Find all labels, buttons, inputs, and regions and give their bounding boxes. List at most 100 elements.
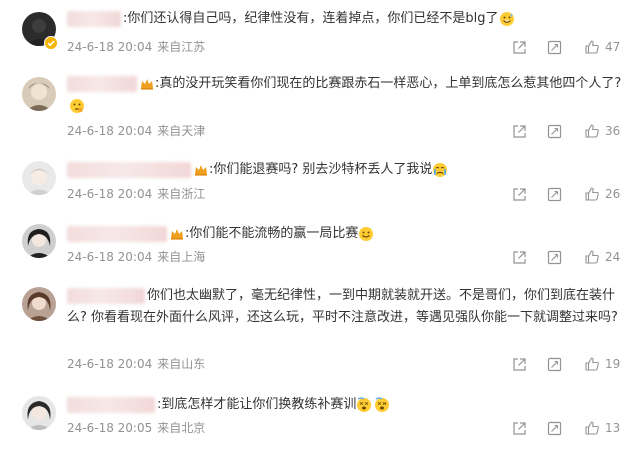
- avatar[interactable]: [22, 224, 56, 258]
- comment-actions: 13: [512, 418, 621, 438]
- timestamp: 24-6-18 20:04: [67, 357, 153, 371]
- comment-meta: 24-6-18 20:04 来自江苏: [67, 38, 205, 56]
- comment-content: :你们能不能流畅的赢一局比赛: [185, 226, 359, 241]
- share-button[interactable]: [512, 357, 527, 372]
- share-icon: [513, 357, 526, 371]
- location: 来自山东: [157, 357, 206, 371]
- location: 来自上海: [157, 250, 206, 264]
- comment-actions: 19: [512, 354, 621, 374]
- timestamp: 24-6-18 20:04: [67, 40, 153, 54]
- avatar[interactable]: [22, 287, 56, 321]
- like-count: 26: [605, 187, 621, 201]
- like-button[interactable]: 19: [584, 356, 621, 372]
- smile-emoji: [358, 226, 374, 242]
- sweat-smile-emoji: [499, 11, 515, 27]
- location: 来自北京: [157, 421, 206, 435]
- comment-text: :你们能退赛吗? 别去沙特杯丢人了我说: [67, 159, 623, 181]
- reply-button[interactable]: [547, 124, 562, 139]
- comment-meta: 24-6-18 20:05 来自北京: [67, 419, 205, 437]
- share-button[interactable]: [512, 40, 527, 55]
- thumbs-up-icon: [585, 40, 599, 54]
- location: 来自江苏: [157, 40, 206, 54]
- share-icon: [513, 124, 526, 138]
- comment-text: 你们也太幽默了，毫无纪律性，一到中期就装就开送。不是哥们，你们到底在装什么? 你…: [67, 285, 623, 329]
- comment-content: :到底怎样才能让你们换教练补赛训: [157, 397, 357, 412]
- share-button[interactable]: [512, 250, 527, 265]
- share-button[interactable]: [512, 421, 527, 436]
- comment-actions: 26: [512, 184, 621, 204]
- comment-content: :你们能退赛吗? 别去沙特杯丢人了我说: [209, 162, 433, 177]
- thumbs-up-icon: [585, 187, 599, 201]
- comment-text: :你们还认得自己吗，纪律性没有，连着掉点，你们已经不是blg了: [67, 8, 623, 30]
- username-blurred[interactable]: [67, 161, 191, 178]
- like-count: 13: [605, 421, 621, 435]
- timestamp: 24-6-18 20:04: [67, 187, 153, 201]
- like-count: 47: [605, 40, 621, 54]
- comment-meta: 24-6-18 20:04 来自浙江: [67, 185, 205, 203]
- thumbs-up-icon: [585, 357, 599, 371]
- comment-text: :到底怎样才能让你们换教练补赛训: [67, 394, 623, 416]
- reply-icon: [547, 40, 562, 54]
- username-blurred[interactable]: [67, 396, 155, 413]
- comment-text: :你们能不能流畅的赢一局比赛: [67, 223, 623, 245]
- reply-icon: [547, 124, 562, 138]
- timestamp: 24-6-18 20:04: [67, 250, 153, 264]
- thinking-emoji: [69, 98, 85, 114]
- like-button[interactable]: 36: [584, 123, 621, 139]
- comment-content: :真的没开玩笑看你们现在的比赛跟赤石一样恶心，上单到底怎么惹其他四个人了?: [155, 76, 622, 91]
- comment-text: :真的没开玩笑看你们现在的比赛跟赤石一样恶心，上单到底怎么惹其他四个人了?: [67, 73, 623, 117]
- location: 来自浙江: [157, 187, 206, 201]
- comment-actions: 47: [512, 37, 621, 57]
- dizzy-emoji: [356, 396, 372, 413]
- comment-actions: 36: [512, 121, 621, 141]
- reply-icon: [547, 187, 562, 201]
- comment-content: 你们也太幽默了，毫无纪律性，一到中期就装就开送。不是哥们，你们到底在装什么? 你…: [67, 288, 618, 325]
- reply-icon: [547, 421, 562, 435]
- dizzy-emoji: [374, 396, 390, 413]
- crown-icon: [140, 78, 154, 90]
- like-button[interactable]: 13: [584, 420, 621, 436]
- comment-content: :你们还认得自己吗，纪律性没有，连着掉点，你们已经不是blg了: [123, 11, 499, 26]
- timestamp: 24-6-18 20:04: [67, 124, 153, 138]
- thumbs-up-icon: [585, 250, 599, 264]
- comment-meta: 24-6-18 20:04 来自上海: [67, 248, 205, 266]
- thumbs-up-icon: [585, 124, 599, 138]
- like-count: 19: [605, 357, 621, 371]
- like-button[interactable]: 26: [584, 186, 621, 202]
- share-button[interactable]: [512, 124, 527, 139]
- reply-button[interactable]: [547, 187, 562, 202]
- verified-badge-icon: [44, 36, 58, 50]
- reply-button[interactable]: [547, 421, 562, 436]
- thumbs-up-icon: [585, 421, 599, 435]
- comment-actions: 24: [512, 247, 621, 267]
- share-icon: [513, 187, 526, 201]
- reply-button[interactable]: [547, 357, 562, 372]
- like-count: 24: [605, 250, 621, 264]
- reply-icon: [547, 357, 562, 371]
- avatar[interactable]: [22, 161, 56, 195]
- username-blurred[interactable]: [67, 75, 137, 92]
- comment-meta: 24-6-18 20:04 来自天津: [67, 122, 205, 140]
- like-button[interactable]: 24: [584, 249, 621, 265]
- avatar[interactable]: [22, 396, 56, 430]
- like-button[interactable]: 47: [584, 39, 621, 55]
- crying-emoji: [432, 162, 448, 178]
- username-blurred[interactable]: [67, 10, 121, 27]
- location: 来自天津: [157, 124, 206, 138]
- crown-icon: [194, 164, 208, 176]
- crown-icon: [170, 228, 184, 240]
- reply-button[interactable]: [547, 40, 562, 55]
- comment-meta: 24-6-18 20:04 来自山东: [67, 355, 205, 373]
- username-blurred[interactable]: [67, 287, 145, 304]
- comment-feed: :你们还认得自己吗，纪律性没有，连着掉点，你们已经不是blg了 24-6-18 …: [0, 0, 641, 451]
- timestamp: 24-6-18 20:05: [67, 421, 153, 435]
- share-icon: [513, 250, 526, 264]
- username-blurred[interactable]: [67, 225, 167, 242]
- share-icon: [513, 421, 526, 435]
- like-count: 36: [605, 124, 621, 138]
- share-icon: [513, 40, 526, 54]
- avatar[interactable]: [22, 77, 56, 111]
- reply-icon: [547, 250, 562, 264]
- share-button[interactable]: [512, 187, 527, 202]
- reply-button[interactable]: [547, 250, 562, 265]
